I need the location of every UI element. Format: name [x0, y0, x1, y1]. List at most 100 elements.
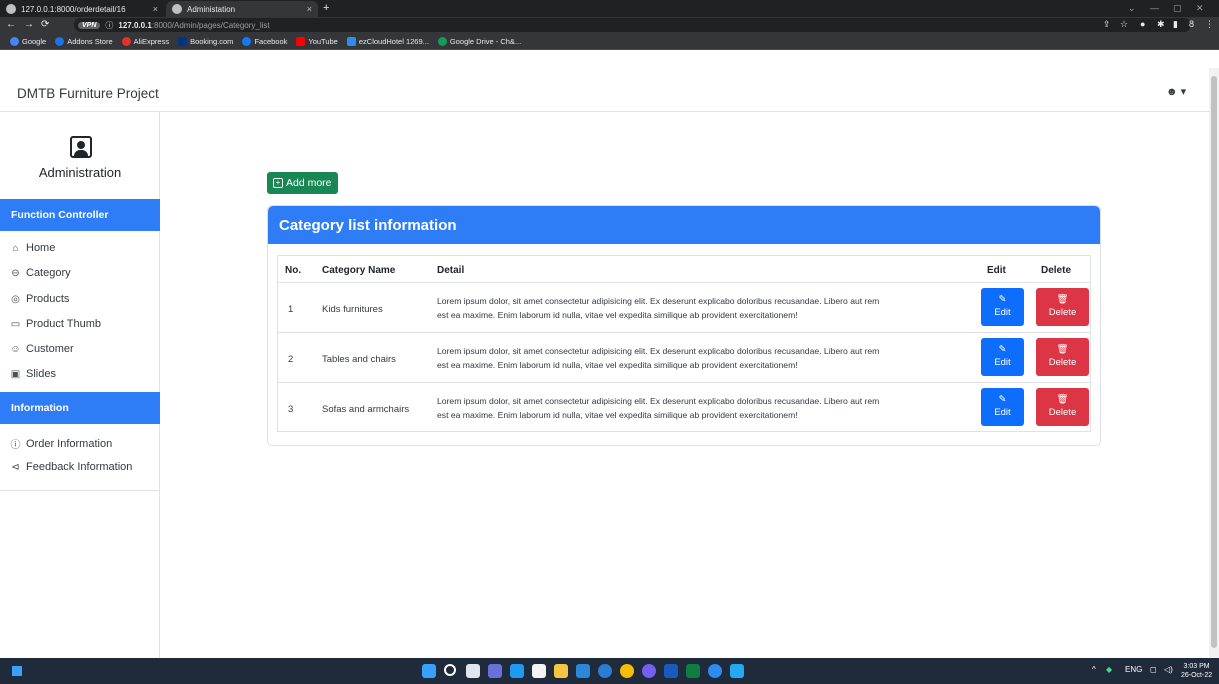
- category-card: Category list information No. Category N…: [267, 205, 1101, 446]
- edge-icon[interactable]: [598, 664, 612, 678]
- sidebar-divider: [0, 490, 160, 491]
- google-icon: [10, 36, 19, 46]
- tray-chevron-up-icon[interactable]: ^: [1092, 665, 1096, 674]
- sidebar-item-feedback-information[interactable]: ⊲ Feedback Information: [10, 461, 132, 473]
- network-app-icon[interactable]: ◆: [1106, 665, 1112, 674]
- tab-title: Administation: [187, 4, 236, 14]
- chrome-icon[interactable]: [620, 664, 634, 678]
- sidebar-item-label: Order Information: [26, 437, 113, 450]
- information-header: Information: [0, 392, 160, 424]
- chevron-down-icon[interactable]: ⌄: [1128, 3, 1136, 14]
- delete-button[interactable]: 🗑 Delete: [1036, 388, 1089, 426]
- row-detail: Lorem ipsum dolor, sit amet consectetur …: [437, 296, 880, 320]
- edit-button[interactable]: ✎ Edit: [981, 288, 1024, 326]
- sidebar-item-customer[interactable]: ☺ Customer: [10, 343, 73, 355]
- info-icon[interactable]: ⓘ: [105, 20, 113, 31]
- sidebar-item-label: Category: [26, 267, 71, 279]
- clock[interactable]: 3:03 PM 26-Oct-22: [1181, 662, 1212, 680]
- trash-icon: 🗑: [1056, 394, 1069, 405]
- sidebar-item-home[interactable]: ⌂ Home: [10, 242, 55, 254]
- user-icon: ☻: [1166, 86, 1178, 98]
- sidebar-item-products[interactable]: ◎ Products: [10, 293, 69, 305]
- globe-icon: [6, 4, 16, 14]
- search-icon[interactable]: [444, 664, 456, 676]
- widgets-icon[interactable]: [12, 666, 22, 676]
- bookmarks-bar: Google Addons Store AliExpress Booking.c…: [0, 33, 1219, 50]
- close-tab-icon[interactable]: ×: [307, 4, 312, 14]
- back-icon[interactable]: ←: [6, 19, 16, 30]
- task-view-icon[interactable]: [466, 664, 480, 678]
- edit-button[interactable]: ✎ Edit: [981, 338, 1024, 376]
- bookmark-facebook[interactable]: Facebook: [242, 36, 287, 46]
- clock-time: 3:03 PM: [1183, 663, 1210, 670]
- plus-square-icon: +: [273, 178, 283, 188]
- sidebar: Administration Function Controller ⌂ Hom…: [0, 112, 160, 658]
- delete-button[interactable]: 🗑 Delete: [1036, 288, 1089, 326]
- bookmark-addons[interactable]: Addons Store: [55, 36, 113, 46]
- admin-portrait-icon: [70, 136, 92, 158]
- menu-icon[interactable]: ⋮: [1205, 19, 1214, 30]
- browser-tab[interactable]: 127.0.0.1:8000/orderdetail/16 ×: [0, 1, 164, 17]
- sidebar-item-product-thumb[interactable]: ▭ Product Thumb: [10, 318, 101, 330]
- row-category-name: Kids furnitures: [322, 304, 383, 315]
- word-icon[interactable]: [664, 664, 678, 678]
- forward-icon[interactable]: →: [24, 19, 34, 30]
- reload-icon[interactable]: ⟳: [41, 19, 49, 30]
- calendar-icon[interactable]: [532, 664, 546, 678]
- add-more-button[interactable]: + Add more: [267, 172, 338, 194]
- viber-icon[interactable]: [642, 664, 656, 678]
- profile-icon[interactable]: 8: [1189, 19, 1194, 29]
- language-indicator[interactable]: ENG: [1125, 665, 1142, 674]
- sidebar-item-slides[interactable]: ▣ Slides: [10, 368, 56, 380]
- category-table: No. Category Name Detail Edit Delete 1 K…: [277, 255, 1091, 432]
- order-icon: ⓘ: [10, 440, 21, 451]
- bookmark-youtube[interactable]: YouTube: [296, 36, 338, 46]
- edit-button[interactable]: ✎ Edit: [981, 388, 1024, 426]
- scrollbar-thumb[interactable]: [1211, 76, 1217, 648]
- browser-tab-active[interactable]: Administation ×: [166, 1, 318, 17]
- header-delete: Delete: [1041, 265, 1072, 276]
- restore-icon[interactable]: ▢: [1173, 3, 1182, 14]
- zalo-icon[interactable]: [708, 664, 722, 678]
- teams-icon[interactable]: [488, 664, 502, 678]
- wifi-icon[interactable]: ◻: [1150, 665, 1157, 674]
- row-detail: Lorem ipsum dolor, sit amet consectetur …: [437, 346, 880, 370]
- sidebar-item-category[interactable]: ⊖ Category: [10, 267, 71, 279]
- excel-icon[interactable]: [686, 664, 700, 678]
- new-tab-button[interactable]: +: [323, 2, 329, 14]
- puzzle-icon[interactable]: ✱: [1157, 19, 1165, 30]
- edit-icon: ✎: [998, 394, 1007, 405]
- user-dropdown[interactable]: ☻ ▾: [1166, 85, 1186, 98]
- close-tab-icon[interactable]: ×: [153, 4, 158, 14]
- store-icon[interactable]: [510, 664, 524, 678]
- address-input[interactable]: VPN ⓘ 127.0.0.1:8000/Admin/pages/Categor…: [74, 18, 1191, 32]
- bookmark-drive[interactable]: Google Drive - Ch&...: [437, 36, 521, 46]
- bookmark-aliexpress[interactable]: AliExpress: [121, 36, 169, 46]
- row-no: 1: [288, 304, 294, 315]
- vpn-badge[interactable]: VPN: [78, 21, 101, 29]
- start-icon[interactable]: [422, 664, 436, 678]
- header-category-name: Category Name: [322, 265, 396, 276]
- volume-icon[interactable]: ◁): [1164, 665, 1173, 674]
- sidebar-item-label: Product Thumb: [26, 318, 102, 330]
- sidebar-item-order-information[interactable]: ⓘ Order Information: [10, 436, 113, 452]
- bookmark-star-icon[interactable]: ☆: [1120, 19, 1128, 30]
- sidepanel-icon[interactable]: ▮: [1173, 19, 1178, 30]
- bookmark-booking[interactable]: Booking.com: [178, 36, 233, 46]
- clock-date: 26-Oct-22: [1181, 672, 1213, 679]
- facebook-icon: [242, 36, 252, 46]
- bookmark-ezcloud[interactable]: ezCloudHotel 1269...: [346, 36, 429, 46]
- header-edit: Edit: [987, 265, 1006, 276]
- vscode-icon[interactable]: [730, 664, 744, 678]
- mail-icon[interactable]: [576, 664, 590, 678]
- delete-button[interactable]: 🗑 Delete: [1036, 338, 1089, 376]
- extension-icon[interactable]: ●: [1140, 19, 1145, 29]
- minimize-icon[interactable]: —: [1150, 3, 1159, 13]
- category-icon: ⊖: [11, 267, 20, 279]
- function-controller-header: Function Controller: [0, 199, 160, 231]
- file-explorer-icon[interactable]: [554, 664, 568, 678]
- bookmark-google[interactable]: Google: [10, 36, 46, 46]
- close-window-icon[interactable]: ✕: [1196, 3, 1204, 14]
- brand-title[interactable]: DMTB Furniture Project: [17, 86, 159, 101]
- share-icon[interactable]: ⇪: [1103, 19, 1111, 30]
